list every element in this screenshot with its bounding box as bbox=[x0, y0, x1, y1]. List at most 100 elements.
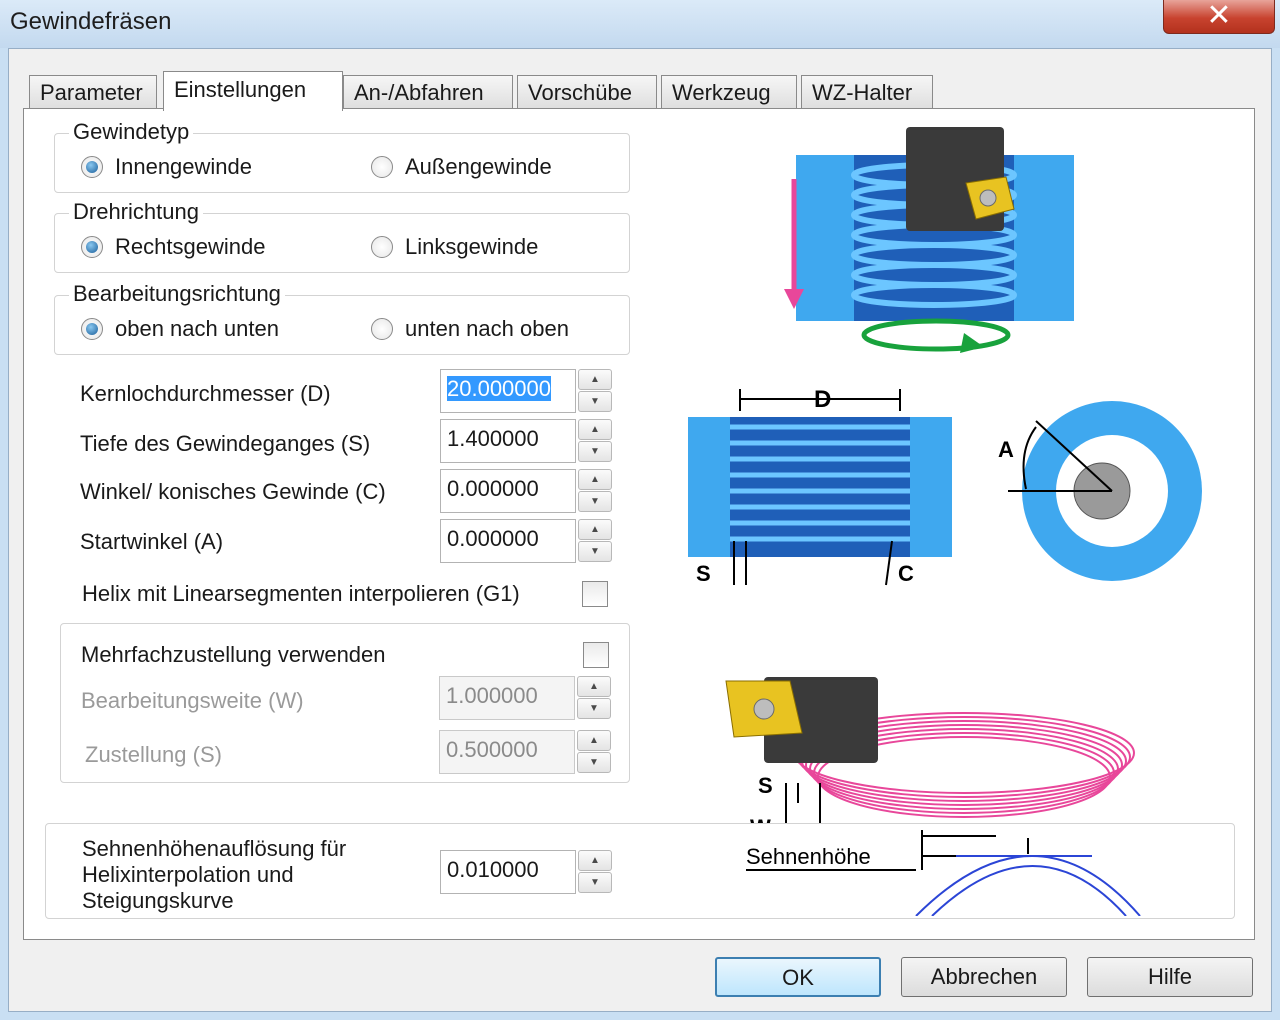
spin-down-icon[interactable]: ▼ bbox=[577, 698, 611, 719]
cancel-button[interactable]: Abbrechen bbox=[901, 957, 1067, 997]
label-startwinkel: Startwinkel (A) bbox=[80, 529, 224, 554]
spin-up-icon[interactable]: ▲ bbox=[578, 369, 612, 390]
sehnenhoehe-input[interactable]: 0.010000 bbox=[440, 850, 576, 894]
spin-up-icon[interactable]: ▲ bbox=[578, 419, 612, 440]
spin-up-icon[interactable]: ▲ bbox=[578, 850, 612, 871]
winkel-spinner[interactable]: ▲ ▼ bbox=[578, 469, 612, 513]
zustellung-spinner[interactable]: ▲ ▼ bbox=[577, 730, 611, 774]
helix-checkbox[interactable] bbox=[582, 581, 608, 607]
label-kernlochdurchmesser: Kernlochdurchmesser (D) bbox=[80, 381, 331, 406]
label-tiefe: Tiefe des Gewindeganges (S) bbox=[80, 431, 371, 456]
spin-down-icon[interactable]: ▼ bbox=[578, 441, 612, 462]
tab-einstellungen[interactable]: Einstellungen bbox=[163, 71, 343, 111]
radio-label: oben nach unten bbox=[115, 316, 279, 341]
diagram-label-sehnenhoehe: Sehnenhöhe bbox=[746, 844, 871, 869]
ok-button[interactable]: OK bbox=[715, 957, 881, 997]
spin-down-icon[interactable]: ▼ bbox=[578, 541, 612, 562]
rotation-arrow-head bbox=[960, 333, 984, 353]
input-value: 0.500000 bbox=[446, 737, 538, 762]
insert-screw bbox=[753, 698, 775, 720]
label-sehnen-line2: Helixinterpolation und bbox=[82, 862, 294, 887]
help-button[interactable]: Hilfe bbox=[1087, 957, 1253, 997]
input-value: 0.000000 bbox=[447, 476, 539, 501]
tab-an-abfahren[interactable]: An-/Abfahren bbox=[343, 75, 513, 109]
group-gewindetyp: Gewindetyp Innengewinde Außengewinde bbox=[54, 120, 630, 193]
tab-vorschuebe[interactable]: Vorschübe bbox=[517, 75, 657, 109]
group-title-gewindetyp: Gewindetyp bbox=[69, 120, 194, 144]
tab-parameter[interactable]: Parameter bbox=[29, 75, 157, 109]
radio-checked-icon bbox=[81, 156, 103, 178]
threaded-bore bbox=[730, 417, 910, 557]
label-sehnen-line1: Sehnenhöhenauflösung für bbox=[82, 836, 347, 861]
tab-wz-halter[interactable]: WZ-Halter bbox=[801, 75, 933, 109]
radio-unchecked-icon bbox=[371, 236, 393, 258]
spin-down-icon[interactable]: ▼ bbox=[578, 491, 612, 512]
radio-label: Linksgewinde bbox=[405, 234, 539, 259]
dim-label-S: S bbox=[758, 773, 773, 798]
radio-innengewinde[interactable]: Innengewinde bbox=[81, 154, 252, 180]
input-value: 0.000000 bbox=[447, 526, 539, 551]
radio-linksgewinde[interactable]: Linksgewinde bbox=[371, 234, 538, 260]
winkel-input[interactable]: 0.000000 bbox=[440, 469, 576, 513]
group-sehnenhoehe: Sehnenhöhenauflösung für Helixinterpolat… bbox=[45, 823, 1235, 919]
thread-dimension-illustration: D S C bbox=[688, 386, 952, 586]
group-bearbeitungsrichtung: Bearbeitungsrichtung oben nach unten unt… bbox=[54, 282, 630, 355]
spin-down-icon[interactable]: ▼ bbox=[578, 872, 612, 893]
spin-up-icon[interactable]: ▲ bbox=[578, 519, 612, 540]
sehnenhoehe-spinner[interactable]: ▲ ▼ bbox=[578, 850, 612, 894]
spin-up-icon[interactable]: ▲ bbox=[577, 730, 611, 751]
label-mehrfachzustellung: Mehrfachzustellung verwenden bbox=[81, 642, 386, 667]
kernlochdurchmesser-input[interactable]: 20.000000 bbox=[440, 369, 576, 413]
spin-up-icon[interactable]: ▲ bbox=[578, 469, 612, 490]
radio-aussengewinde[interactable]: Außengewinde bbox=[371, 154, 552, 180]
group-drehrichtung: Drehrichtung Rechtsgewinde Linksgewinde bbox=[54, 200, 630, 273]
input-value: 1.000000 bbox=[446, 683, 538, 708]
radio-checked-icon bbox=[81, 318, 103, 340]
startwinkel-input[interactable]: 0.000000 bbox=[440, 519, 576, 563]
group-mehrfachzustellung: Mehrfachzustellung verwenden Bearbeitung… bbox=[60, 623, 630, 783]
group-title-bearbeitungsrichtung: Bearbeitungsrichtung bbox=[69, 282, 285, 306]
spin-down-icon[interactable]: ▼ bbox=[577, 752, 611, 773]
dim-label-S: S bbox=[696, 561, 711, 586]
rotation-arrow bbox=[861, 318, 1011, 352]
insert-screw bbox=[979, 189, 997, 207]
close-icon: ✕ bbox=[1206, 0, 1232, 32]
close-button[interactable]: ✕ bbox=[1163, 0, 1275, 34]
input-value: 20.000000 bbox=[447, 376, 551, 401]
radio-label: unten nach oben bbox=[405, 316, 569, 341]
group-title-drehrichtung: Drehrichtung bbox=[69, 200, 203, 224]
radio-unten-nach-oben[interactable]: unten nach oben bbox=[371, 316, 569, 342]
radio-label: Innengewinde bbox=[115, 154, 253, 179]
radio-oben-nach-unten[interactable]: oben nach unten bbox=[81, 316, 279, 342]
bearbeitungsweite-input[interactable]: 1.000000 bbox=[439, 676, 575, 720]
radio-label: Rechtsgewinde bbox=[115, 234, 266, 259]
input-value: 0.010000 bbox=[447, 857, 539, 882]
radio-label: Außengewinde bbox=[405, 154, 552, 179]
spin-up-icon[interactable]: ▲ bbox=[577, 676, 611, 697]
chord-height-illustration: Sehnenhöhe bbox=[746, 830, 1141, 916]
startwinkel-spinner[interactable]: ▲ ▼ bbox=[578, 519, 612, 563]
spin-down-icon[interactable]: ▼ bbox=[578, 391, 612, 412]
tiefe-spinner[interactable]: ▲ ▼ bbox=[578, 419, 612, 463]
label-zustellung: Zustellung (S) bbox=[85, 742, 222, 767]
input-value: 1.400000 bbox=[447, 426, 539, 451]
title-bar: Gewindefräsen ✕ bbox=[0, 0, 1280, 48]
kernlochdurchmesser-spinner[interactable]: ▲ ▼ bbox=[578, 369, 612, 413]
label-sehnen-line3: Steigungskurve bbox=[82, 888, 234, 913]
radio-unchecked-icon bbox=[371, 318, 393, 340]
thread-milling-illustration bbox=[784, 127, 1074, 353]
arc-curve bbox=[915, 855, 1141, 916]
zustellung-input[interactable]: 0.500000 bbox=[439, 730, 575, 774]
label-helix: Helix mit Linearsegmenten interpolieren … bbox=[82, 581, 520, 606]
bearbeitungsweite-spinner[interactable]: ▲ ▼ bbox=[577, 676, 611, 720]
radio-checked-icon bbox=[81, 236, 103, 258]
radio-rechtsgewinde[interactable]: Rechtsgewinde bbox=[81, 234, 265, 260]
tiefe-input[interactable]: 1.400000 bbox=[440, 419, 576, 463]
dim-label-A: A bbox=[998, 437, 1014, 462]
tab-werkzeug[interactable]: Werkzeug bbox=[661, 75, 797, 109]
mehrfachzustellung-checkbox[interactable] bbox=[583, 642, 609, 668]
radio-unchecked-icon bbox=[371, 156, 393, 178]
label-bearbeitungsweite: Bearbeitungsweite (W) bbox=[81, 688, 304, 713]
dim-label-C: C bbox=[898, 561, 914, 586]
label-winkel: Winkel/ konisches Gewinde (C) bbox=[80, 479, 386, 504]
